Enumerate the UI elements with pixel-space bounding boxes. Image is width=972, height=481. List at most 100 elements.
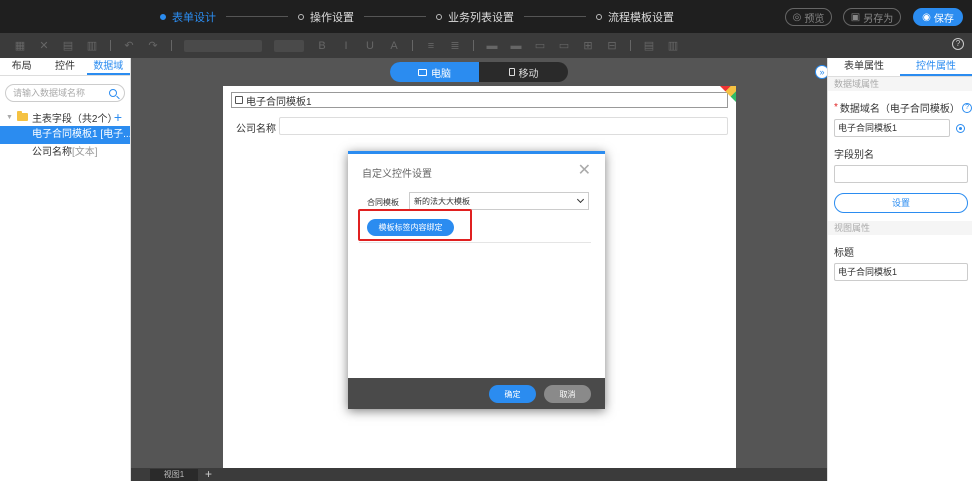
view-tab[interactable]: 视图1 — [150, 469, 198, 481]
undo-icon[interactable]: ↶ — [123, 39, 135, 52]
device-mobile-label: 移动 — [518, 68, 539, 80]
redo-icon[interactable]: ↷ — [147, 39, 159, 52]
contract-control[interactable]: 电子合同模板1 — [231, 92, 728, 108]
alias-label: 字段别名 — [834, 150, 874, 161]
editor-toolbar: ▦ ✕ ▤ ▥ ↶ ↷ B I U A ≡ ≣ ▬ ▬ ▭ ▭ ⊞ ⊟ ▤ ▥ — [0, 33, 972, 58]
field-name-value: 电子合同模板1 — [838, 123, 898, 133]
tab-control-props[interactable]: 控件属性 — [900, 58, 972, 76]
tree-root[interactable]: ▼ 主表字段（共2个） + — [0, 108, 130, 126]
question-icon[interactable]: ? — [962, 102, 972, 113]
table-icon[interactable]: ▬ — [510, 40, 522, 52]
toolbar-icon[interactable]: ▥ — [667, 39, 679, 52]
tab-data-domain[interactable]: 数据域 — [86, 58, 130, 75]
step-label: 表单设计 — [172, 11, 216, 24]
template-select-value: 新的法大大模板 — [414, 196, 470, 206]
toolbar-divider — [473, 40, 474, 51]
tab-layout[interactable]: 布局 — [0, 58, 43, 75]
modal-divider — [359, 242, 591, 243]
search-input[interactable] — [13, 88, 98, 98]
tree-root-label: 主表字段（共2个） — [31, 113, 118, 125]
bold-icon[interactable]: B — [316, 40, 328, 52]
right-panel: 表单属性 控件属性 数据域属性 * 数据域名（电子合同模板） ? 电子合同模板1… — [827, 58, 972, 481]
toolbar-icon[interactable]: ▤ — [62, 39, 74, 52]
left-panel: 布局 控件 数据域 ▼ 主表字段（共2个） + 电子合同模板1 [电子... 公… — [0, 58, 131, 481]
save-as-icon: ▣ — [850, 11, 861, 23]
toolbar-divider — [630, 40, 631, 51]
step-dot — [436, 13, 442, 20]
left-tabs: 布局 控件 数据域 — [0, 58, 130, 76]
picker-icon[interactable] — [956, 124, 965, 133]
align-icon[interactable]: ≡ — [425, 40, 437, 52]
step-form-design[interactable]: 表单设计 — [160, 9, 216, 25]
search-box — [5, 84, 125, 102]
color-icon[interactable]: A — [388, 40, 400, 52]
size-select[interactable] — [274, 39, 304, 52]
toolbar-icon[interactable]: ▦ — [14, 39, 26, 52]
step-dot — [596, 13, 602, 20]
alias-input[interactable] — [834, 165, 968, 183]
step-label: 操作设置 — [310, 11, 354, 24]
toolbar-icon[interactable]: ▤ — [643, 39, 655, 52]
preview-button[interactable]: ◎ 预览 — [785, 8, 832, 26]
italic-icon[interactable]: I — [340, 40, 352, 52]
template-label: 合同模板 — [367, 198, 399, 207]
title-input[interactable]: 电子合同模板1 — [834, 263, 968, 281]
step-label: 业务列表设置 — [448, 11, 514, 24]
toolbar-icon[interactable]: ▥ — [86, 39, 98, 52]
contract-control-label: 电子合同模板1 — [246, 96, 312, 108]
ok-button[interactable]: 确定 — [489, 385, 536, 403]
field-name-label: 数据域名（电子合同模板） — [839, 104, 960, 115]
cancel-button[interactable]: 取消 — [544, 385, 591, 403]
section-data-props: 数据域属性 — [828, 77, 972, 91]
table-icon[interactable]: ▭ — [558, 39, 570, 52]
section-view-props: 视图属性 — [828, 221, 972, 235]
plus-icon[interactable]: + — [114, 110, 122, 124]
caret-down-icon[interactable]: ▼ — [6, 114, 13, 121]
table-icon[interactable]: ▬ — [486, 40, 498, 52]
title-label: 标题 — [834, 248, 854, 259]
underline-icon[interactable]: U — [364, 40, 376, 52]
device-mobile[interactable]: 移动 — [479, 62, 568, 82]
top-step-bar: 表单设计 操作设置 业务列表设置 流程模板设置 ◎ 预览 ▣ 另存为 ◉ 保存 — [0, 0, 972, 33]
field-name-input[interactable]: 电子合同模板1 — [834, 119, 965, 137]
table-icon[interactable]: ▭ — [534, 39, 546, 52]
template-select[interactable]: 新的法大大模板 — [409, 192, 589, 210]
tab-controls[interactable]: 控件 — [43, 58, 86, 75]
toolbar-icon[interactable]: ✕ — [38, 39, 50, 52]
set-button[interactable]: 设置 — [834, 193, 968, 213]
company-name-label: 公司名称 — [236, 124, 276, 135]
search-icon[interactable] — [109, 89, 117, 97]
device-switch: 电脑 移动 — [390, 62, 568, 82]
device-pc-label: 电脑 — [431, 68, 451, 80]
modal-title: 自定义控件设置 — [362, 169, 432, 180]
step-dot — [298, 13, 304, 20]
step-connector — [226, 16, 288, 17]
save-as-button[interactable]: ▣ 另存为 — [843, 8, 901, 26]
save-icon: ◉ — [922, 11, 931, 23]
grid-icon[interactable]: ⊞ — [582, 39, 594, 52]
chevron-down-icon — [576, 195, 585, 204]
device-pc[interactable]: 电脑 — [390, 62, 479, 82]
highlight-box — [358, 209, 472, 241]
field-name-label-row: * 数据域名（电子合同模板） ? — [828, 91, 972, 115]
tab-form-props[interactable]: 表单属性 — [828, 58, 900, 76]
company-name-input[interactable] — [279, 117, 728, 135]
font-select[interactable] — [184, 39, 262, 52]
add-view-button[interactable]: + — [205, 467, 212, 481]
step-connector — [524, 16, 586, 17]
tree-item-contract[interactable]: 电子合同模板1 [电子... — [0, 126, 130, 144]
right-tabs: 表单属性 控件属性 — [828, 58, 972, 77]
step-flow-template[interactable]: 流程模板设置 — [596, 9, 674, 25]
step-dot — [160, 13, 166, 20]
save-button[interactable]: ◉ 保存 — [913, 8, 963, 26]
help-icon[interactable]: ? — [952, 38, 964, 50]
grid-icon[interactable]: ⊟ — [606, 39, 618, 52]
tree-item-label: 公司名称 — [32, 147, 72, 158]
step-list-settings[interactable]: 业务列表设置 — [436, 9, 514, 25]
align-icon[interactable]: ≣ — [449, 39, 461, 52]
step-operation-settings[interactable]: 操作设置 — [298, 9, 354, 25]
required-mark: * — [834, 102, 838, 113]
toolbar-divider — [412, 40, 413, 51]
close-icon[interactable]: ✕ — [578, 163, 591, 179]
tree-item-company[interactable]: 公司名称[文本] — [0, 144, 130, 162]
